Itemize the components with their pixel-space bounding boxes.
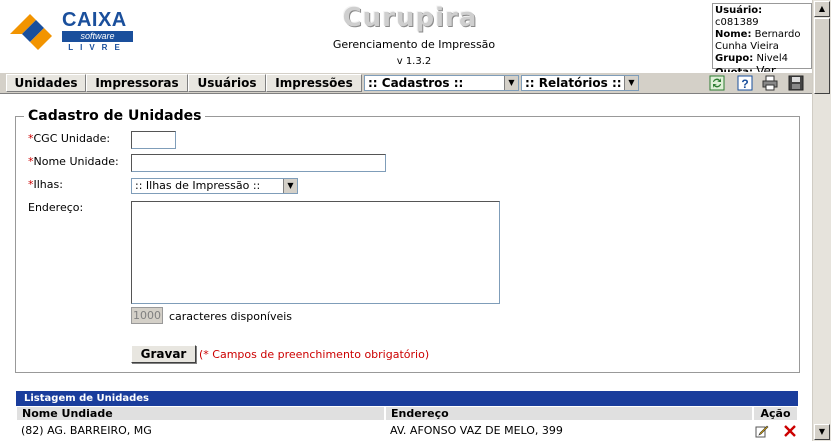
cgc-label-wrap: *CGC Unidade:: [28, 132, 110, 145]
usuario-value: c081389: [715, 17, 759, 28]
edit-icon[interactable]: [755, 424, 769, 438]
column-header-acao: Ação: [753, 406, 798, 421]
logo-sub: LIVRE: [68, 43, 127, 52]
ilhas-label-wrap: *Ilhas:: [28, 178, 63, 191]
svg-text:?: ?: [741, 77, 748, 91]
ilhas-select-value: :: Ilhas de Impressão ::: [135, 179, 261, 192]
user-name-line: Nome: Bernardo Cunha Vieira: [715, 29, 809, 53]
cadastros-select[interactable]: :: Cadastros :: ▼: [364, 75, 519, 91]
user-login-line: Usuário: c081389: [715, 5, 809, 29]
grupo-value: Nivel4: [756, 53, 788, 64]
nome-unidade-input[interactable]: [131, 154, 386, 172]
delete-icon[interactable]: [783, 424, 797, 438]
column-header-endereco: Endereço: [385, 406, 753, 421]
header: CAIXA software LIVRE Curupira Gerenciame…: [0, 0, 812, 78]
column-header-nome: Nome Undiade: [16, 406, 385, 421]
app-name: Curupira: [342, 3, 478, 33]
logo-tagline: software: [62, 31, 133, 42]
required-note: (* Campos de preenchimento obrigatório): [199, 348, 430, 361]
caixa-logo-icon: [10, 14, 52, 50]
scroll-thumb[interactable]: [814, 18, 830, 94]
cgc-label: CGC Unidade:: [33, 132, 111, 145]
page: CAIXA software LIVRE Curupira Gerenciame…: [0, 0, 812, 441]
usuario-label: Usuário:: [715, 5, 763, 16]
relatorios-select[interactable]: :: Relatórios :: ▼: [521, 75, 639, 91]
row-endereco: AV. AFONSO VAZ DE MELO, 399: [390, 424, 563, 437]
nome-unidade-label: Nome Unidade:: [33, 155, 119, 168]
nome-label: Nome:: [715, 29, 752, 40]
chevron-down-icon: ▼: [283, 179, 297, 193]
app-subtitle: Gerenciamento de Impressão: [332, 38, 496, 51]
grupo-label: Grupo:: [715, 53, 754, 64]
caixa-logo: CAIXA software LIVRE: [8, 8, 133, 52]
char-counter-label: caracteres disponíveis: [169, 310, 293, 323]
ilhas-select[interactable]: :: Ilhas de Impressão :: ▼: [131, 178, 298, 194]
refresh-icon[interactable]: [709, 75, 725, 91]
menu-impressoes[interactable]: Impressões: [266, 74, 362, 92]
row-nome: (82) AG. BARREIRO, MG: [21, 424, 152, 437]
menu-bar: Unidades Impressoras Usuários Impressões…: [0, 72, 812, 94]
form-legend: Cadastro de Unidades: [24, 108, 206, 124]
menu-unidades[interactable]: Unidades: [6, 74, 86, 92]
listing-title: Listagem de Unidades: [16, 391, 798, 406]
ilhas-label: Ilhas:: [33, 178, 63, 191]
menu-impressoras[interactable]: Impressoras: [86, 74, 188, 92]
chevron-down-icon: ▼: [504, 76, 518, 90]
relatorios-select-value: :: Relatórios ::: [525, 76, 622, 90]
endereco-label: Endereço:: [28, 201, 84, 214]
user-info-box: Usuário: c081389 Nome: Bernardo Cunha Vi…: [712, 3, 812, 78]
cgc-input[interactable]: [131, 131, 176, 149]
char-counter: 1000: [131, 307, 163, 324]
menu-usuarios[interactable]: Usuários: [188, 74, 266, 92]
help-icon[interactable]: ?: [737, 75, 753, 91]
app-version: v 1.3.2: [396, 56, 432, 67]
scroll-down-icon[interactable]: ▼: [814, 424, 830, 440]
save-icon[interactable]: [788, 75, 804, 91]
logo-brand-text: CAIXA: [62, 9, 127, 31]
chevron-down-icon: ▼: [624, 76, 638, 90]
gravar-button[interactable]: Gravar: [131, 345, 196, 363]
vertical-scrollbar[interactable]: ▲ ▼: [812, 0, 831, 441]
print-icon[interactable]: [762, 75, 778, 91]
nome-label-wrap: *Nome Unidade:: [28, 155, 119, 168]
endereco-textarea[interactable]: [131, 201, 500, 304]
cadastros-select-value: :: Cadastros ::: [368, 76, 464, 90]
scroll-up-icon[interactable]: ▲: [814, 1, 830, 17]
